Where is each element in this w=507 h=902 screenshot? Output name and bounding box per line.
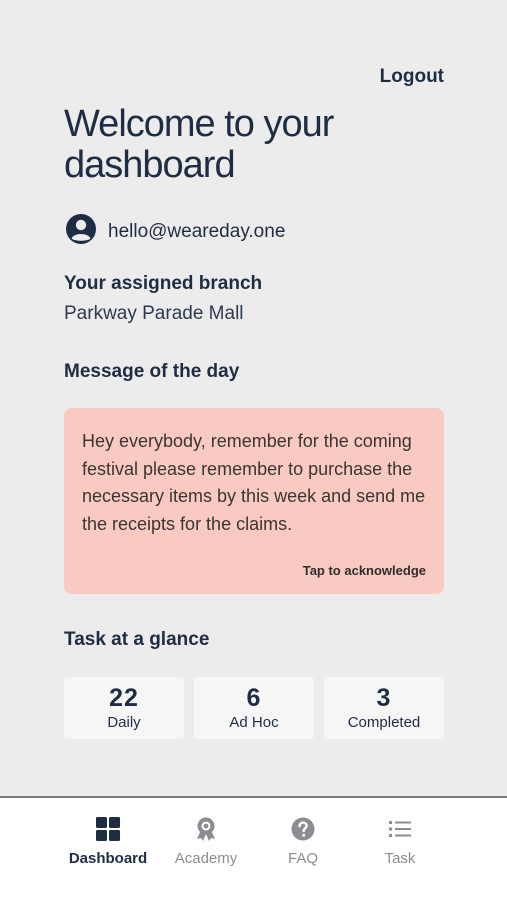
grid-icon xyxy=(58,816,158,842)
task-stats: 22 Daily 6 Ad Hoc 3 Completed xyxy=(64,677,444,739)
stat-daily-label: Daily xyxy=(107,714,141,731)
nav-item-task[interactable]: Task xyxy=(350,816,450,867)
stat-adhoc-label: Ad Hoc xyxy=(229,714,279,731)
stat-completed[interactable]: 3 Completed xyxy=(324,677,444,739)
user-email-row: hello@weareday.one xyxy=(64,212,285,251)
nav-item-dashboard[interactable]: Dashboard xyxy=(58,816,158,867)
stat-daily[interactable]: 22 Daily xyxy=(64,677,184,739)
user-email: hello@weareday.one xyxy=(108,220,286,242)
nav-item-faq[interactable]: FAQ xyxy=(253,816,353,867)
nav-item-academy[interactable]: Academy xyxy=(156,816,256,867)
stat-adhoc[interactable]: 6 Ad Hoc xyxy=(194,677,314,739)
message-text: Hey everybody, remember for the coming f… xyxy=(82,431,426,534)
stat-adhoc-value: 6 xyxy=(246,684,262,712)
nav-label-task: Task xyxy=(384,850,416,867)
stat-daily-value: 22 xyxy=(109,684,139,712)
nav-label-faq: FAQ xyxy=(287,850,318,867)
question-icon xyxy=(253,816,353,842)
branch-name: Parkway Parade Mall xyxy=(64,303,244,324)
user-avatar-icon xyxy=(64,212,98,251)
stat-completed-label: Completed xyxy=(347,714,421,731)
branch-heading: Your assigned branch xyxy=(64,273,263,294)
acknowledge-button[interactable]: Tap to acknowledge xyxy=(303,563,426,578)
message-card[interactable]: Hey everybody, remember for the coming f… xyxy=(64,408,444,594)
list-icon xyxy=(350,816,450,842)
page-title: Welcome to your dashboard xyxy=(64,103,334,186)
logout-button[interactable]: Logout xyxy=(380,66,444,88)
award-icon xyxy=(156,816,256,842)
message-heading: Message of the day xyxy=(64,361,240,382)
bottom-nav: Dashboard Academy FAQ Task xyxy=(0,796,507,902)
stat-completed-value: 3 xyxy=(376,684,392,712)
nav-label-academy: Academy xyxy=(174,850,238,867)
tasks-heading: Task at a glance xyxy=(64,629,210,650)
nav-label-dashboard: Dashboard xyxy=(68,850,148,867)
